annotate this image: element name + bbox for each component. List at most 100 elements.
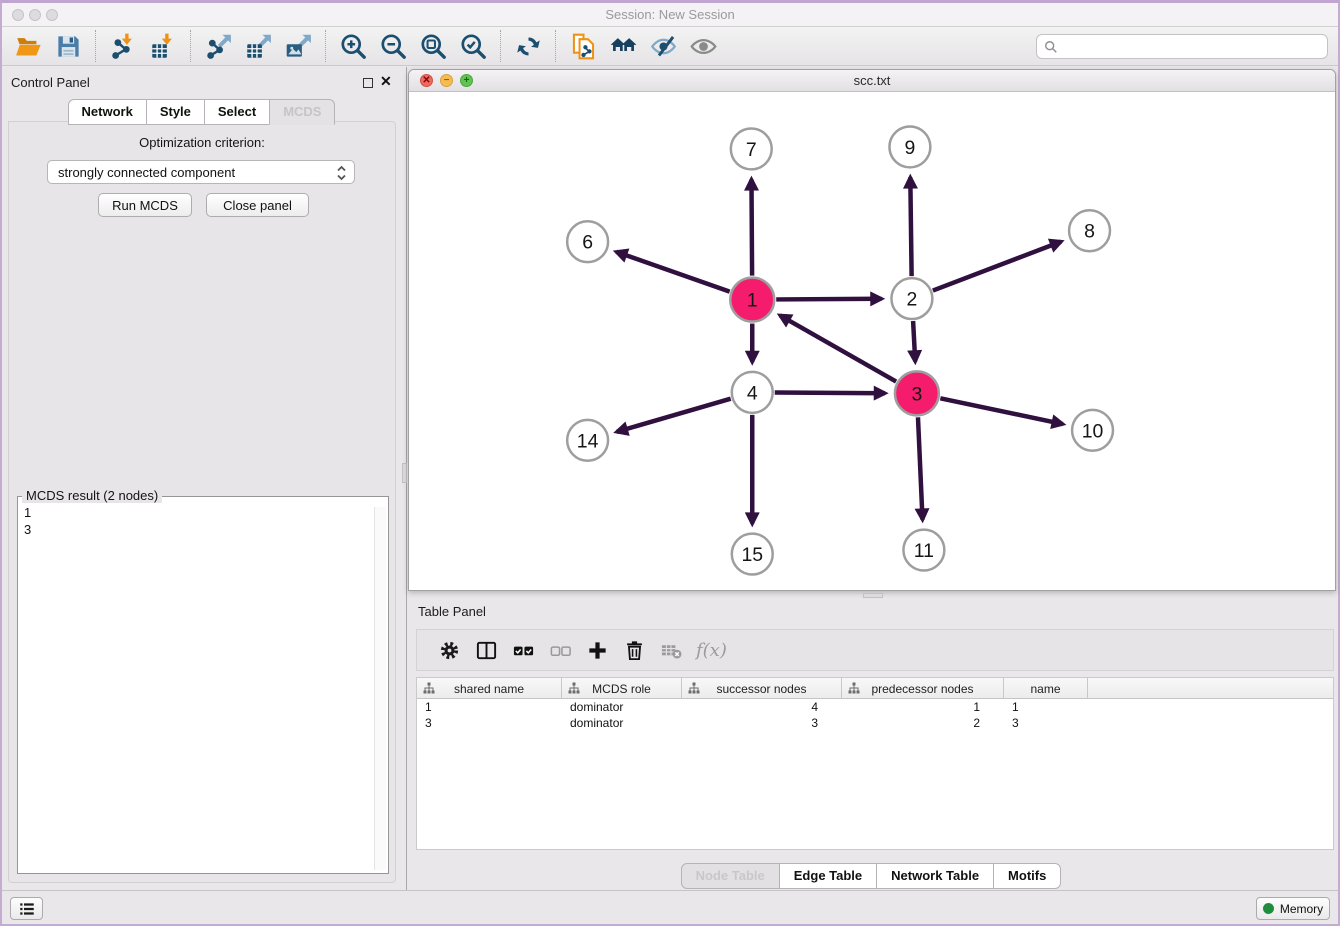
network-graph[interactable]: 7 9 6 8 1 2 4 3 14 10 15 11 bbox=[409, 92, 1335, 590]
close-panel-button[interactable]: Close panel bbox=[206, 193, 309, 217]
show-panels-button[interactable] bbox=[10, 897, 43, 920]
tab-network-table[interactable]: Network Table bbox=[876, 863, 994, 889]
graph-edge-2-8[interactable] bbox=[933, 242, 1061, 291]
graph-node-1[interactable]: 1 bbox=[730, 278, 774, 322]
memory-button[interactable]: Memory bbox=[1256, 897, 1330, 920]
delete-row-button[interactable] bbox=[616, 633, 653, 667]
zoom-fit-button[interactable] bbox=[413, 29, 453, 63]
hide-eye-icon bbox=[650, 33, 677, 60]
table-row[interactable]: 3dominator323 bbox=[417, 715, 1333, 731]
export-image-button[interactable] bbox=[278, 29, 318, 63]
table-panel-title: Table Panel bbox=[418, 604, 486, 619]
tab-select[interactable]: Select bbox=[204, 99, 270, 125]
export-table-button[interactable] bbox=[238, 29, 278, 63]
select-stepper-icon bbox=[336, 164, 347, 185]
new-network-from-selection-button[interactable] bbox=[563, 29, 603, 63]
zoom-out-button[interactable] bbox=[373, 29, 413, 63]
control-panel-title: Control Panel bbox=[11, 75, 90, 90]
zoom-selected-button[interactable] bbox=[453, 29, 493, 63]
tab-mcds[interactable]: MCDS bbox=[269, 99, 335, 125]
graph-node-10[interactable]: 10 bbox=[1072, 410, 1113, 451]
column-header-MCDS-role[interactable]: MCDS role bbox=[562, 678, 682, 699]
tab-style[interactable]: Style bbox=[146, 99, 205, 125]
export-image-icon bbox=[285, 33, 312, 60]
svg-text:2: 2 bbox=[907, 289, 918, 311]
import-table-icon bbox=[150, 33, 177, 60]
run-mcds-button[interactable]: Run MCDS bbox=[98, 193, 192, 217]
plus-icon bbox=[586, 639, 609, 662]
column-header-successor-nodes[interactable]: successor nodes bbox=[682, 678, 842, 699]
column-header-empty bbox=[1088, 678, 1333, 699]
zoom-in-button[interactable] bbox=[333, 29, 373, 63]
toolbar-separator bbox=[190, 30, 191, 62]
graph-node-8[interactable]: 8 bbox=[1069, 210, 1110, 251]
refresh-button[interactable] bbox=[508, 29, 548, 63]
tab-node-table[interactable]: Node Table bbox=[681, 863, 780, 889]
graph-node-6[interactable]: 6 bbox=[567, 221, 608, 262]
new-network-from-selection-icon bbox=[570, 33, 597, 60]
svg-text:11: 11 bbox=[914, 540, 934, 562]
mcds-result-scrollbar[interactable] bbox=[374, 507, 386, 870]
list-icon bbox=[18, 900, 36, 918]
graph-node-7[interactable]: 7 bbox=[731, 128, 772, 169]
deselect-all-button[interactable] bbox=[542, 633, 579, 667]
toolbar-separator bbox=[325, 30, 326, 62]
graph-edge-4-3[interactable] bbox=[775, 393, 885, 394]
graph-edge-3-10[interactable] bbox=[940, 398, 1062, 424]
graph-node-11[interactable]: 11 bbox=[903, 530, 944, 571]
zoom-fit-icon bbox=[420, 33, 447, 60]
column-header-name[interactable]: name bbox=[1004, 678, 1088, 699]
column-header-predecessor-nodes[interactable]: predecessor nodes bbox=[842, 678, 1004, 699]
table-cell: 3 bbox=[417, 715, 562, 731]
column-view-button[interactable] bbox=[468, 633, 505, 667]
splitter-handle[interactable] bbox=[863, 593, 883, 598]
graph-node-4[interactable]: 4 bbox=[732, 372, 773, 413]
network-canvas[interactable]: 7 9 6 8 1 2 4 3 14 10 15 11 bbox=[409, 92, 1335, 590]
save-session-button[interactable] bbox=[48, 29, 88, 63]
graph-edge-2-3[interactable] bbox=[913, 321, 915, 361]
graph-node-9[interactable]: 9 bbox=[889, 126, 930, 167]
graph-node-2[interactable]: 2 bbox=[891, 278, 932, 319]
horizontal-splitter[interactable] bbox=[408, 591, 1336, 600]
first-neighbors-button[interactable] bbox=[603, 29, 643, 63]
columns-icon bbox=[475, 639, 498, 662]
splitter-handle[interactable] bbox=[402, 463, 407, 483]
tab-network[interactable]: Network bbox=[68, 99, 147, 125]
show-all-button[interactable] bbox=[683, 29, 723, 63]
graph-edge-1-7[interactable] bbox=[751, 179, 752, 275]
graph-edge-2-9[interactable] bbox=[910, 177, 911, 276]
criterion-select[interactable]: strongly connected component bbox=[47, 160, 355, 184]
graph-edge-1-6[interactable] bbox=[616, 252, 729, 292]
graph-edge-1-2[interactable] bbox=[776, 299, 881, 300]
tab-motifs[interactable]: Motifs bbox=[993, 863, 1061, 889]
search-field[interactable] bbox=[1036, 34, 1328, 59]
table-row[interactable]: 1dominator411 bbox=[417, 699, 1333, 715]
memory-status-icon bbox=[1263, 903, 1274, 914]
search-input[interactable] bbox=[1063, 37, 1327, 57]
gear-icon bbox=[438, 639, 461, 662]
close-panel-icon[interactable]: ✕ bbox=[380, 73, 392, 90]
float-panel-icon[interactable] bbox=[363, 78, 373, 88]
column-header-shared-name[interactable]: shared name bbox=[417, 678, 562, 699]
export-network-button[interactable] bbox=[198, 29, 238, 63]
table-settings-button[interactable] bbox=[431, 633, 468, 667]
graph-node-15[interactable]: 15 bbox=[732, 534, 773, 575]
graph-edge-3-1[interactable] bbox=[780, 315, 896, 381]
graph-edge-3-11[interactable] bbox=[918, 417, 923, 519]
network-window: ✕ − + scc.txt 7968124314101511 bbox=[408, 69, 1336, 591]
graph-node-3[interactable]: 3 bbox=[895, 371, 939, 415]
select-all-button[interactable] bbox=[505, 633, 542, 667]
delete-table-button[interactable] bbox=[653, 633, 690, 667]
import-network-button[interactable] bbox=[103, 29, 143, 63]
add-row-button[interactable] bbox=[579, 633, 616, 667]
control-panel: Control Panel ✕ Network Style Select MCD… bbox=[2, 67, 402, 895]
hide-selected-button[interactable] bbox=[643, 29, 683, 63]
tab-edge-table[interactable]: Edge Table bbox=[779, 863, 877, 889]
svg-text:1: 1 bbox=[747, 290, 758, 312]
import-table-button[interactable] bbox=[143, 29, 183, 63]
open-session-button[interactable] bbox=[8, 29, 48, 63]
mcds-result-group: MCDS result (2 nodes) 1 3 bbox=[17, 496, 389, 874]
function-builder-button[interactable]: f(x) bbox=[696, 640, 727, 661]
graph-node-14[interactable]: 14 bbox=[567, 420, 608, 461]
graph-edge-4-14[interactable] bbox=[617, 399, 731, 432]
